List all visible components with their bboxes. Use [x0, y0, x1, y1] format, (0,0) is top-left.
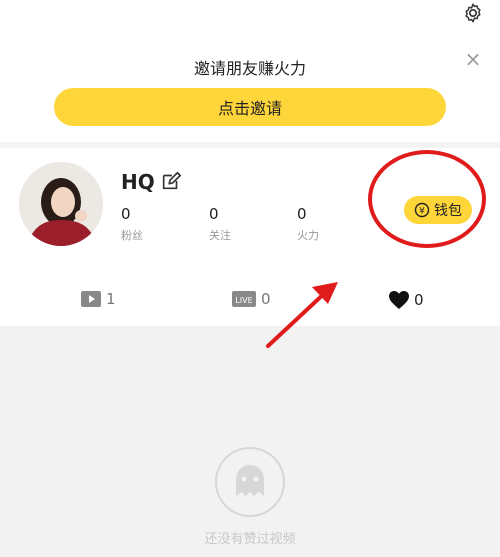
live-icon: LIVE	[232, 291, 256, 307]
tab-live[interactable]: LIVE 0	[231, 290, 271, 308]
svg-text:LIVE: LIVE	[235, 296, 252, 305]
stat-following[interactable]: 0 关注	[209, 205, 231, 243]
tab-count: 0	[261, 290, 271, 308]
tab-count: 0	[414, 291, 424, 309]
tab-videos[interactable]: 1	[80, 290, 116, 308]
wallet-button[interactable]: ¥ 钱包	[404, 196, 472, 224]
svg-text:¥: ¥	[419, 207, 425, 217]
stat-label: 粉丝	[121, 229, 143, 242]
heart-icon	[389, 291, 409, 309]
stat-firepower[interactable]: 0 火力	[297, 205, 319, 243]
invite-button[interactable]: 点击邀请	[54, 88, 446, 126]
gear-icon[interactable]	[462, 2, 484, 24]
stat-label: 关注	[209, 229, 231, 242]
stat-value: 0	[121, 205, 131, 223]
invite-banner: 邀请朋友赚火力 × 点击邀请	[0, 0, 500, 142]
video-icon	[81, 291, 101, 307]
avatar[interactable]	[19, 162, 103, 246]
tab-likes[interactable]: 0	[388, 290, 424, 310]
stat-label: 火力	[297, 229, 319, 242]
close-icon[interactable]: ×	[464, 49, 482, 69]
empty-state-icon	[215, 447, 285, 517]
edit-icon[interactable]	[160, 170, 182, 192]
stat-value: 0	[209, 205, 219, 223]
invite-title: 邀请朋友赚火力	[193, 59, 306, 78]
stat-value: 0	[297, 205, 307, 223]
stat-fans[interactable]: 0 粉丝	[121, 205, 143, 243]
yen-coin-icon: ¥	[414, 202, 430, 218]
tab-count: 1	[106, 290, 116, 308]
wallet-label: 钱包	[434, 203, 462, 219]
avatar-image	[19, 162, 103, 246]
username: HQ	[121, 170, 155, 194]
empty-state-message: 还没有赞过视频	[204, 532, 296, 547]
profile-card: HQ 0 粉丝 0 关注 0 火力 ¥ 钱包 1 LIVE 0 0	[0, 148, 500, 326]
